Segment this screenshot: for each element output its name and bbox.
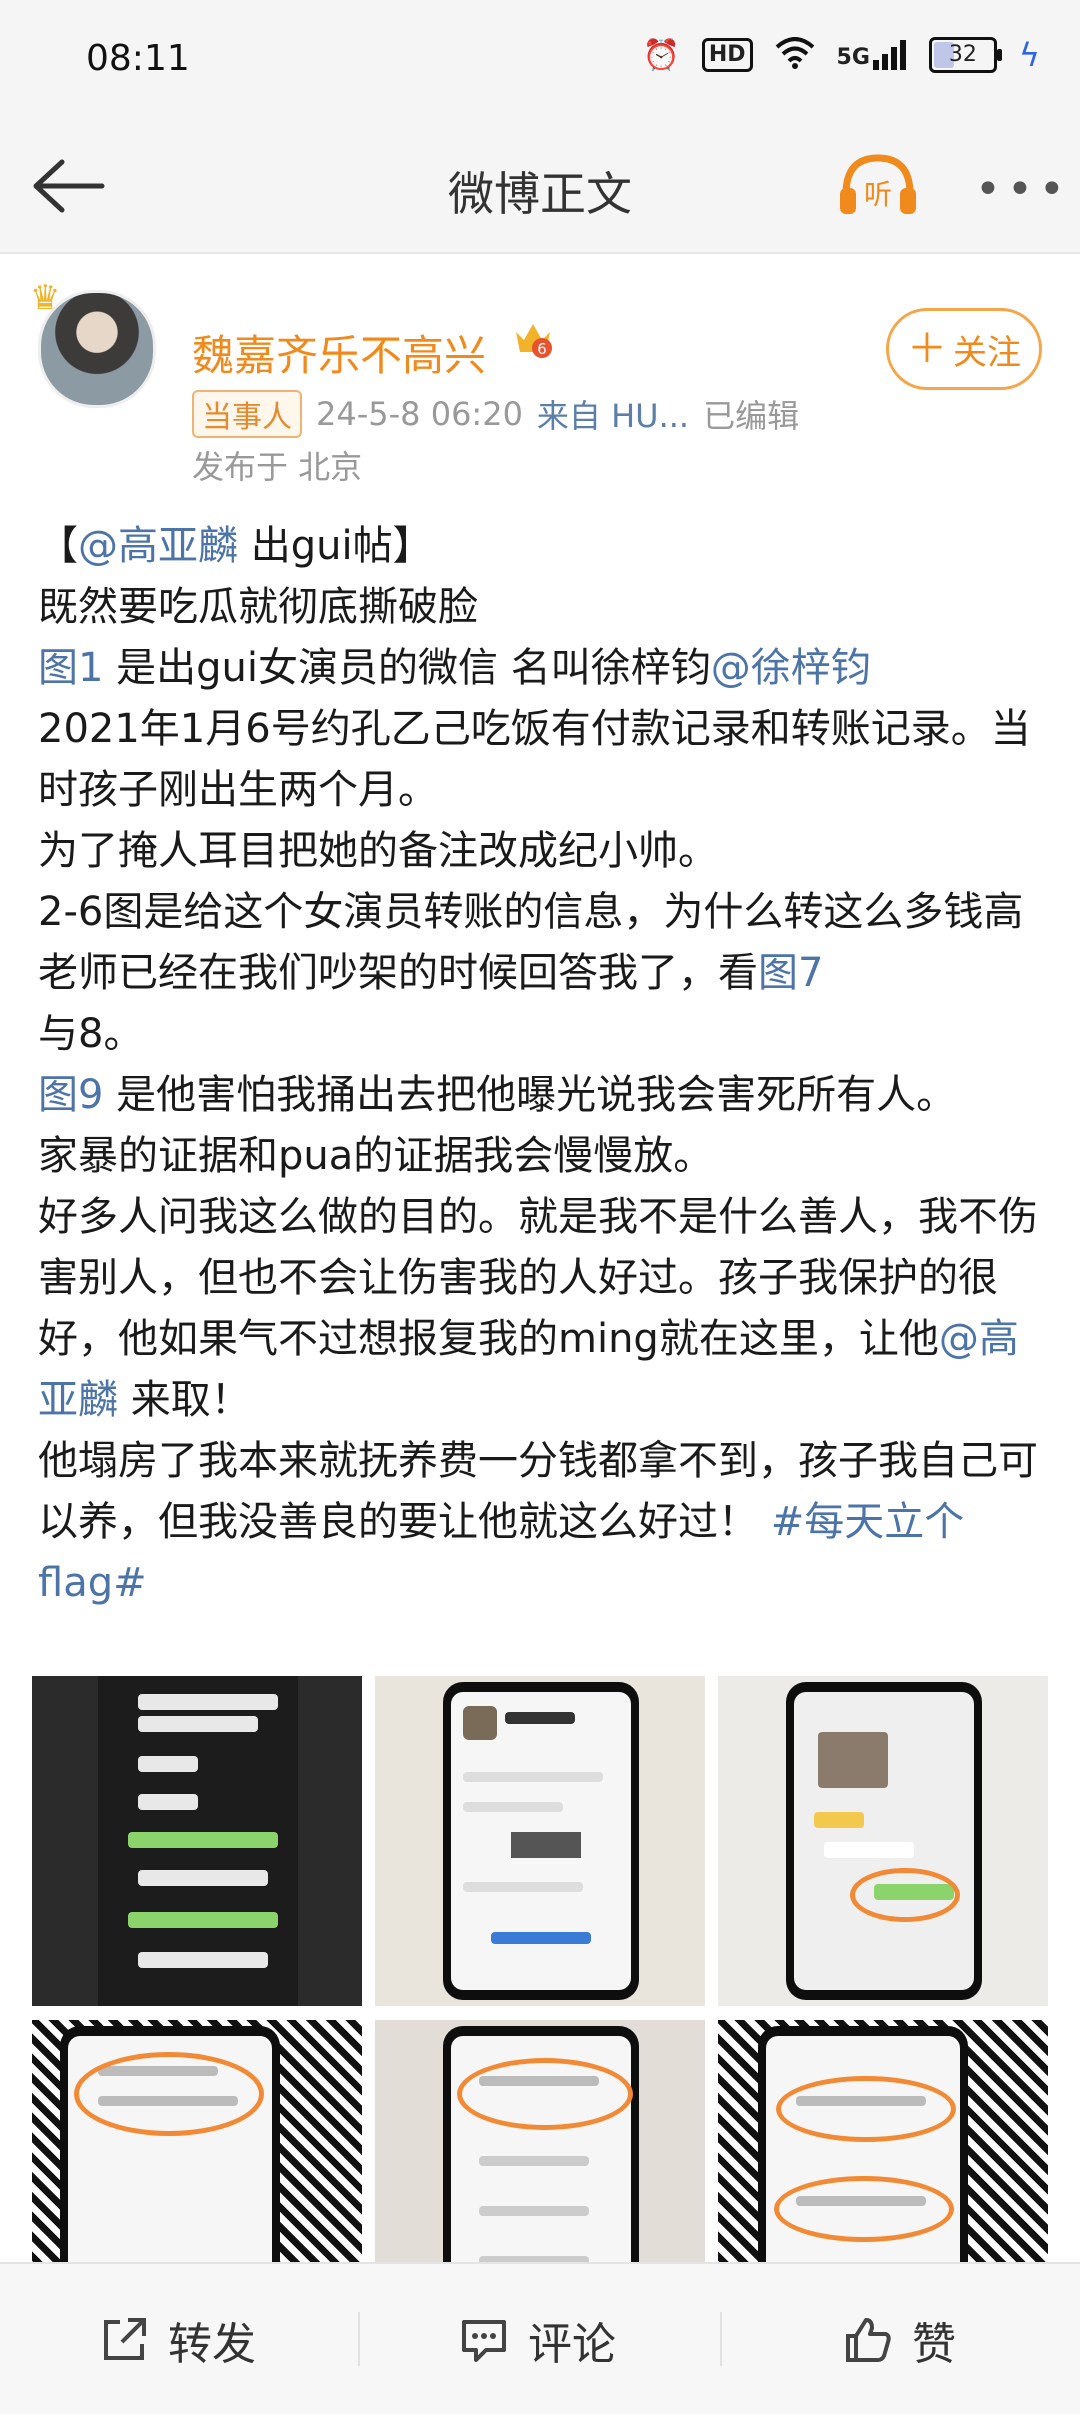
- repost-button[interactable]: 转发: [98, 2308, 256, 2372]
- listen-label: 听: [864, 178, 892, 211]
- headphones-icon: 听: [840, 154, 916, 214]
- like-label: 赞: [912, 2319, 956, 2370]
- page-title: 微博正文: [448, 167, 632, 221]
- post-image-2[interactable]: [375, 1676, 705, 2006]
- image-ref-link[interactable]: 图1: [38, 645, 103, 691]
- comment-icon: [462, 2320, 506, 2362]
- vip-level: 6: [537, 340, 547, 358]
- listen-button[interactable]: 听: [838, 150, 918, 220]
- battery-icon: 32: [928, 37, 1002, 73]
- hd-icon: HD: [701, 38, 753, 72]
- repost-label: 转发: [168, 2319, 256, 2370]
- status-bar: 08:11 ⏰ HD 5G 32 ϟ: [0, 0, 1080, 120]
- post-image-1[interactable]: [32, 1676, 362, 2006]
- post-text: 与8。: [38, 1011, 144, 1057]
- image-ref-link[interactable]: 图7: [758, 950, 823, 996]
- follow-button[interactable]: ＋ 关注: [886, 308, 1042, 390]
- role-tag: 当事人: [192, 390, 302, 438]
- image-ref-link[interactable]: 图9: [38, 1072, 103, 1118]
- post-location: 发布于 北京: [192, 448, 363, 486]
- wifi-icon: [775, 37, 815, 73]
- divider: [720, 2312, 722, 2366]
- author-avatar[interactable]: ♛: [30, 278, 156, 408]
- nav-bar: 微博正文 听 •••: [0, 120, 1080, 254]
- post-text: 是出gui女演员的微信 名叫徐梓钧: [103, 645, 711, 691]
- status-time: 08:11: [86, 38, 190, 79]
- battery-level: 32: [948, 42, 977, 67]
- author-name[interactable]: 魏嘉齐乐不高兴: [192, 322, 486, 383]
- post-text: 2021年1月6号约孔乙己吃饭有付款记录和转账记录。当时孩子刚出生两个月。 为了…: [38, 706, 1031, 996]
- alarm-icon: ⏰: [642, 37, 680, 73]
- plus-icon: ＋: [907, 326, 947, 372]
- post-image-3[interactable]: [718, 1676, 1048, 2006]
- mention-link[interactable]: @徐梓钧: [711, 645, 871, 691]
- charging-icon: ϟ: [1018, 36, 1040, 74]
- crown-icon: ♛: [30, 278, 61, 318]
- post-text: 【: [38, 523, 78, 569]
- network-type-label: 5G: [836, 45, 870, 70]
- status-icons: ⏰ HD 5G 32 ϟ: [642, 36, 1040, 74]
- repost-icon: [104, 2318, 146, 2360]
- action-bar: 转发 评论 赞: [0, 2262, 1080, 2414]
- cell-signal-icon: 5G: [837, 40, 907, 70]
- vip-badge-icon: 6: [516, 324, 552, 358]
- post-text: 是他害怕我捅出去把他曝光说我会害死所有人。 家暴的证据和pua的证据我会慢慢放。…: [38, 1072, 1038, 1362]
- post-date: 24-5-8 06:20: [316, 395, 523, 433]
- comment-label: 评论: [528, 2319, 616, 2370]
- mention-link[interactable]: @高亚麟: [78, 523, 238, 569]
- post-body: 【@高亚麟 出gui帖】 既然要吃瓜就彻底撕破脸 图1 是出gui女演员的微信 …: [38, 516, 1048, 1614]
- more-options-icon[interactable]: •••: [975, 164, 1071, 215]
- comment-button[interactable]: 评论: [458, 2308, 616, 2372]
- post-meta: 当事人 24-5-8 06:20 来自 HU... 已编辑: [192, 390, 799, 438]
- edited-label[interactable]: 已编辑: [703, 391, 799, 437]
- divider: [358, 2312, 360, 2366]
- follow-label: 关注: [953, 332, 1021, 373]
- like-button[interactable]: 赞: [842, 2308, 956, 2372]
- thumbs-up-icon: [846, 2318, 891, 2362]
- post-source[interactable]: 来自 HU...: [537, 391, 689, 437]
